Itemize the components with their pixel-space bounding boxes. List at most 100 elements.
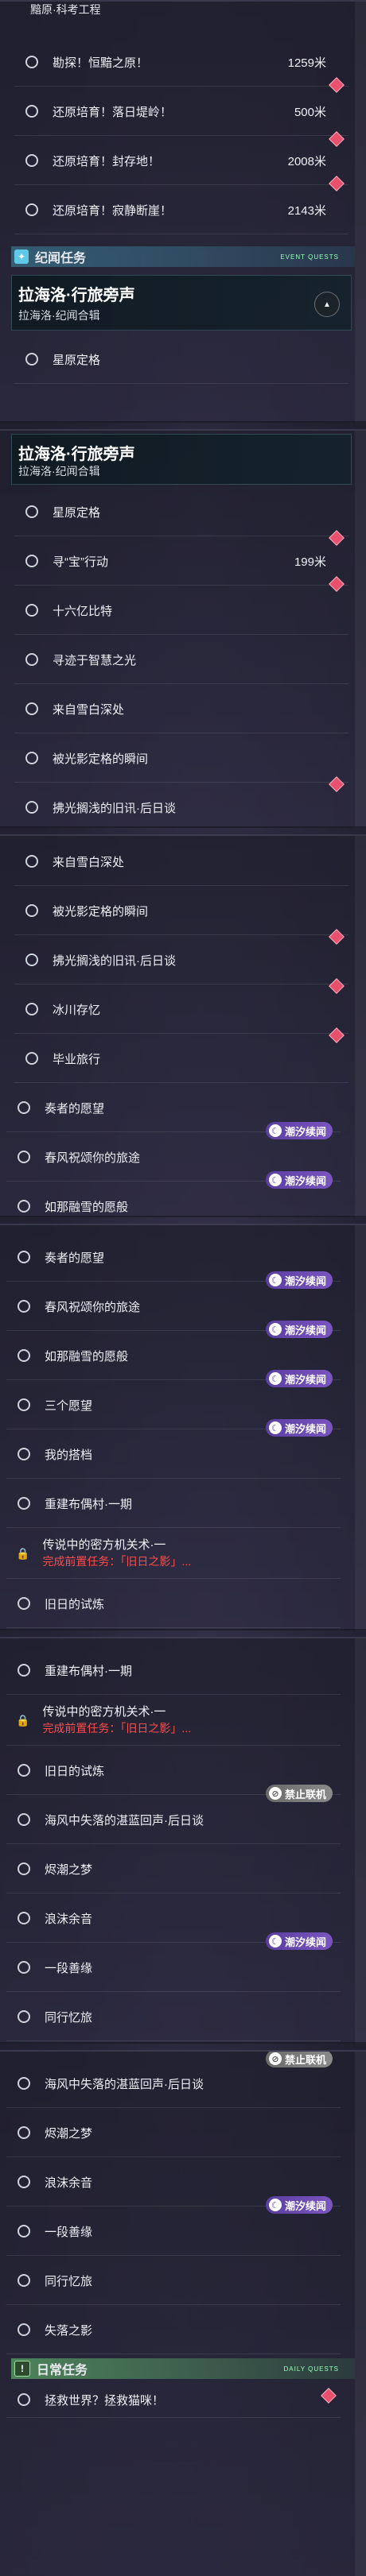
quest-row-locked[interactable]: 🔒 传说中的密方机关术·一 完成前置任务：「旧日之影」... <box>6 1696 341 1746</box>
quest-row[interactable]: 同行忆旅 <box>6 2257 341 2305</box>
quest-row[interactable]: 一段善缘 <box>6 1944 341 1992</box>
quest-row[interactable]: 奏者的愿望 ☾ 潮汐续闻 <box>6 1084 341 1139</box>
quest-label: 还原培育！落日堤岭！ <box>53 105 173 119</box>
quest-panel-3: 来自雪白深处 被光影定格的瞬间 拂光搁浅的旧讯·后日谈 冰川存忆 毕业旅行 奏者… <box>0 834 366 1217</box>
quest-label: 春风祝颂你的旅途 <box>45 1151 141 1165</box>
bullet-icon <box>18 1398 30 1411</box>
quest-row[interactable]: 被光影定格的瞬间 <box>14 887 348 945</box>
quest-row[interactable]: 毕业旅行 <box>14 1035 348 1083</box>
bullet-icon <box>18 1961 30 1974</box>
quest-label: 如那融雪的愿般 <box>45 1200 129 1214</box>
bullet-icon <box>25 353 38 366</box>
quest-panel-6: 海风中失落的湛蓝回声·后日谈 ⊘ 禁止联机 烬潮之梦 浪沫余音 ☾ 潮汐续闻 一段善… <box>0 2050 366 2576</box>
quest-row[interactable]: 一段善缘 <box>6 2207 341 2256</box>
quest-row[interactable]: 浪沫余音 ☾ 潮汐续闻 <box>6 1894 341 1950</box>
section-header-event[interactable]: ✦ 纪闻任务 EVENT QUESTS <box>11 246 355 267</box>
bullet-icon <box>18 1813 30 1826</box>
bullet-icon <box>25 653 38 666</box>
section-subtitle: DAILY QUESTS <box>283 2365 339 2373</box>
quest-row[interactable]: 十六亿比特 <box>14 586 348 635</box>
quest-row[interactable]: 海风中失落的湛蓝回声·后日谈 ⊘ 禁止联机 <box>6 2052 341 2108</box>
quest-label: 冰川存忆 <box>53 1003 101 1017</box>
story-title: 拉海洛·行旅旁声 <box>18 446 135 463</box>
quest-row[interactable]: 还原培育！封存地！ 2008米 <box>14 137 348 191</box>
quest-row[interactable]: 寻迹于智慧之光 <box>14 636 348 684</box>
quest-row[interactable]: 如那融雪的愿般 <box>6 1182 341 1217</box>
quest-row[interactable]: 烬潮之梦 <box>6 1845 341 1893</box>
bullet-icon <box>25 953 38 966</box>
quest-label: 重建布偶村·一期 <box>45 1497 132 1511</box>
quest-row[interactable]: 拂光搁浅的旧讯·后日谈 <box>14 783 348 828</box>
quest-label: 星原定格 <box>53 505 101 520</box>
quest-label: 被光影定格的瞬间 <box>53 904 149 919</box>
quest-row[interactable]: 寻“宝”行动 199米 <box>14 537 348 592</box>
quest-label: 海风中失落的湛蓝回声·后日谈 <box>45 1813 204 1828</box>
divider <box>0 421 366 429</box>
quest-label: 拯救世界？拯救猫咪！ <box>45 2393 165 2408</box>
quest-label: 勘探！恒黯之原！ <box>53 56 149 70</box>
quest-label: 传说中的密方机关术·一 <box>42 1538 166 1552</box>
quest-label: 浪沫余音 <box>45 2176 93 2190</box>
bullet-icon <box>18 1251 30 1263</box>
quest-label: 拂光搁浅的旧讯·后日谈 <box>53 801 176 815</box>
quest-row[interactable]: 三个愿望 ☾ 潮汐续闻 <box>6 1381 341 1437</box>
quest-row[interactable]: 我的搭档 <box>6 1430 341 1479</box>
quest-row[interactable]: 旧日的试炼 ⊘ 禁止联机 <box>6 1746 341 1802</box>
quest-label: 海风中失落的湛蓝回声·后日谈 <box>45 2077 204 2091</box>
quest-row[interactable]: 春风祝颂你的旅途 ☾ 潮汐续闻 <box>6 1133 341 1189</box>
quest-row[interactable]: 拂光搁浅的旧讯·后日谈 <box>14 936 348 994</box>
bullet-icon <box>18 2176 30 2188</box>
bullet-icon <box>18 1448 30 1460</box>
quest-label: 同行忆旅 <box>45 2274 93 2288</box>
story-card[interactable]: 拉海洛·行旅旁声 拉海洛·纪闻合辑 ▲ <box>11 275 352 331</box>
story-card[interactable]: 拉海洛·行旅旁声 拉海洛·纪闻合辑 <box>11 434 352 485</box>
quest-row[interactable]: 勘探！恒黯之原！ 1259米 <box>14 38 348 93</box>
bullet-icon <box>25 1003 38 1015</box>
quest-label: 一段善缘 <box>45 1961 93 1975</box>
quest-requirement: 完成前置任务：「旧日之影」... <box>42 1555 192 1568</box>
quest-row[interactable]: 来自雪白深处 <box>14 837 348 886</box>
quest-row[interactable]: 海风中失落的湛蓝回声·后日谈 <box>6 1796 341 1844</box>
quest-label: 我的搭档 <box>45 1448 93 1462</box>
bullet-icon <box>18 2225 30 2238</box>
quest-panel-2: 拉海洛·行旅旁声 拉海洛·纪闻合辑 星原定格 寻“宝”行动 199米 十六亿比特… <box>0 429 366 828</box>
quest-row[interactable]: 还原培育！落日堤岭！ 500米 <box>14 87 348 147</box>
quest-row[interactable]: 星原定格 <box>14 488 348 546</box>
quest-row[interactable]: 烬潮之梦 <box>6 2109 341 2157</box>
section-header-daily[interactable]: ! 日常任务 DAILY QUESTS <box>11 2358 355 2379</box>
bullet-icon <box>25 1052 38 1065</box>
quest-row-locked[interactable]: 🔒 传说中的密方机关术·一 完成前置任务：「旧日之影」... <box>6 1529 341 1579</box>
quest-row[interactable]: 冰川存忆 <box>14 985 348 1043</box>
quest-label: 十六亿比特 <box>53 604 113 618</box>
quest-label: 来自雪白深处 <box>53 702 125 717</box>
quest-label: 重建布偶村·一期 <box>45 1664 132 1678</box>
quest-row[interactable]: 重建布偶村·一期 <box>6 1646 341 1695</box>
bullet-icon <box>25 801 38 814</box>
quest-row[interactable]: 拯救世界？拯救猫咪！ <box>6 2382 341 2418</box>
bullet-icon <box>18 1349 30 1362</box>
section-title: 纪闻任务 <box>35 252 87 265</box>
bullet-icon <box>18 2274 30 2287</box>
bullet-icon <box>25 154 38 167</box>
quest-label: 还原培育！封存地！ <box>53 154 161 168</box>
quest-row[interactable]: 如那融雪的愿般 ☾ 潮汐续闻 <box>6 1332 341 1387</box>
quest-row[interactable]: 旧日的试炼 <box>6 1580 341 1628</box>
bullet-icon <box>18 2126 30 2139</box>
quest-distance: 199米 <box>294 555 326 569</box>
quest-row[interactable]: 春风祝颂你的旅途 ☾ 潮汐续闻 <box>6 1282 341 1338</box>
quest-distance: 2143米 <box>287 203 326 218</box>
bullet-icon <box>18 2077 30 2090</box>
bullet-icon <box>25 105 38 118</box>
quest-row[interactable]: 来自雪白深处 <box>14 685 348 733</box>
quest-row[interactable]: 被光影定格的瞬间 <box>14 734 348 792</box>
collapse-icon[interactable]: ▲ <box>314 292 340 317</box>
quest-row[interactable]: 还原培育！寂静断崖！ 2143米 <box>14 186 348 234</box>
quest-row[interactable]: 奏者的愿望 ☾ 潮汐续闻 <box>6 1233 341 1289</box>
quest-row[interactable]: 重建布偶村·一期 <box>6 1479 341 1528</box>
daily-quest-icon: ! <box>14 2361 30 2377</box>
bullet-icon <box>18 1497 30 1510</box>
quest-row[interactable]: 星原定格 <box>14 335 348 384</box>
quest-row[interactable]: 浪沫余音 ☾ 潮汐续闻 <box>6 2158 341 2214</box>
quest-row[interactable]: 同行忆旅 <box>6 1993 341 2041</box>
quest-row[interactable]: 失落之影 <box>6 2306 341 2354</box>
